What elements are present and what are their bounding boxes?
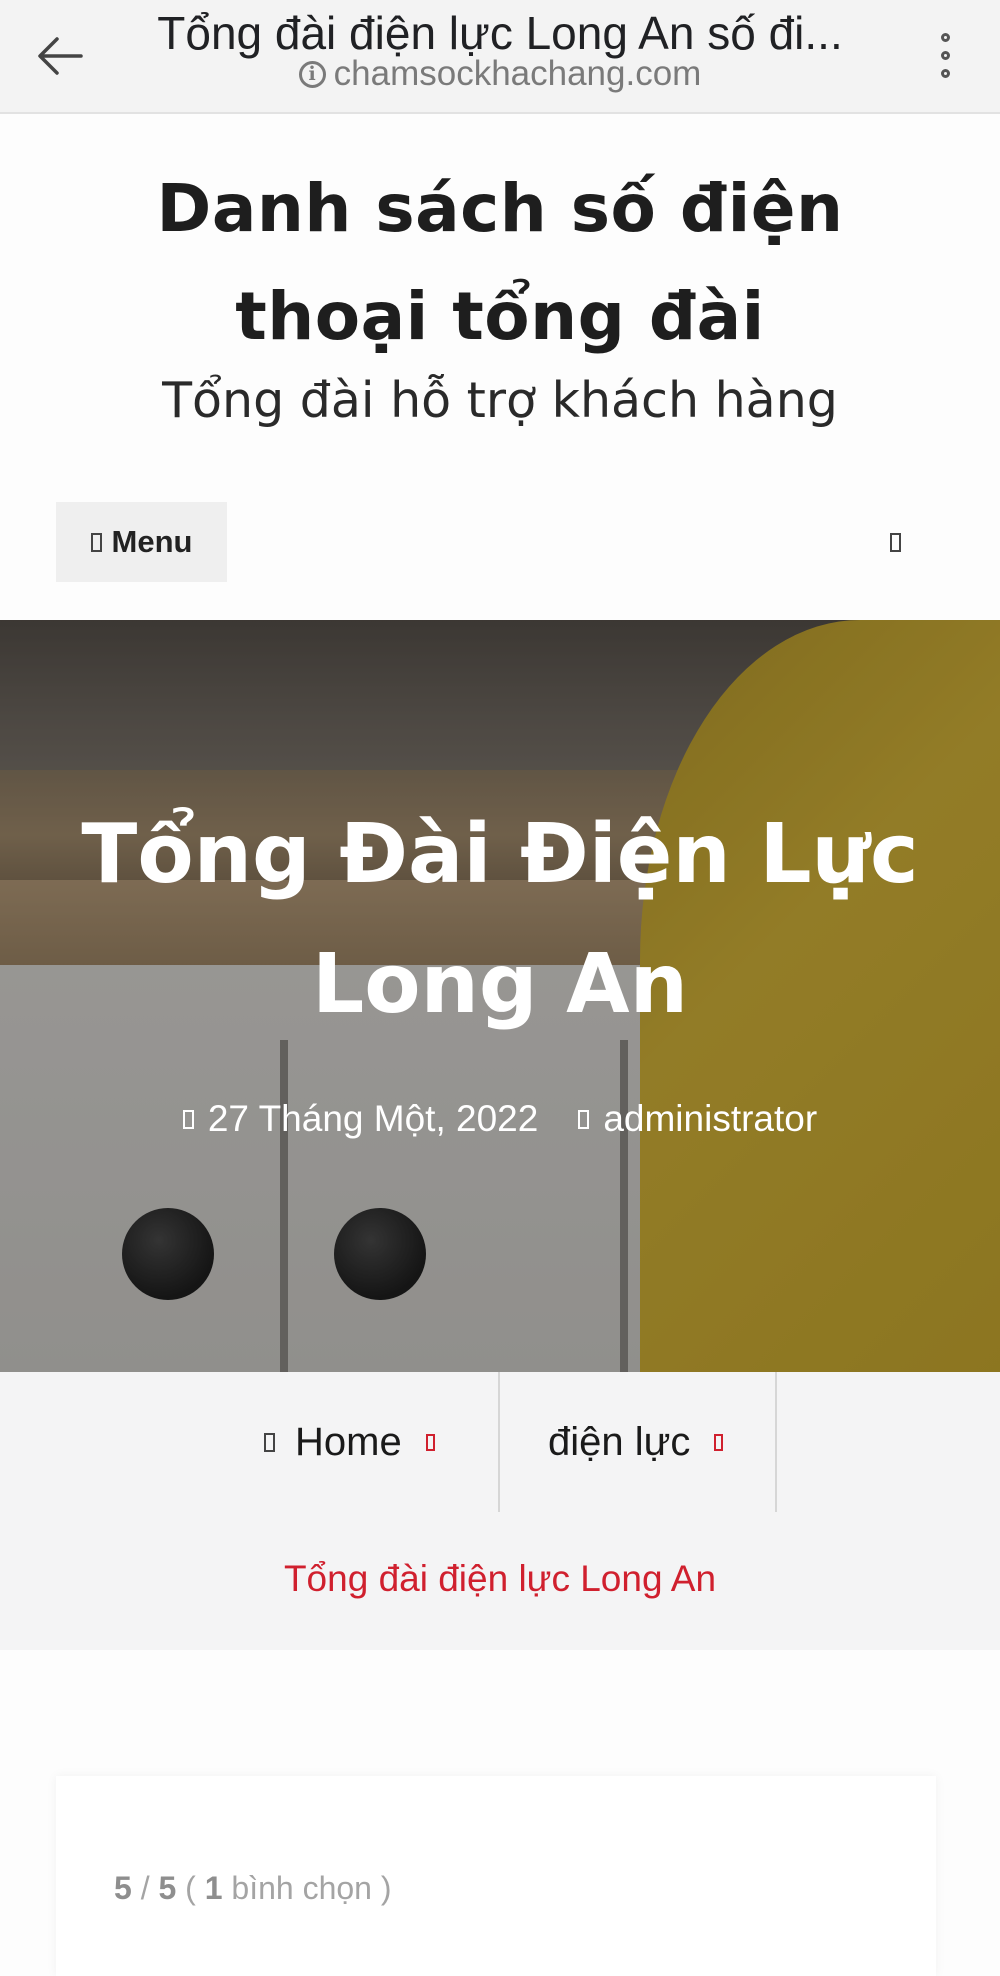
menu-label: Menu — [111, 524, 193, 559]
rating-votes-label: bình chọn — [231, 1870, 372, 1906]
hero-banner: Tổng Đài Điện Lực Long An 27 Tháng Một, … — [0, 620, 1000, 1372]
browser-page-title: Tổng đài điện lực Long An số đi... — [157, 7, 843, 59]
kebab-dot — [940, 32, 950, 42]
browser-toolbar: Tổng đài điện lực Long An số đi... i cha… — [0, 0, 1000, 114]
post-author-text: administrator — [603, 1098, 818, 1139]
site-tagline: Tổng đài hỗ trợ khách hàng — [162, 372, 838, 429]
menu-button[interactable]: Menu — [56, 502, 227, 582]
breadcrumb-home-label: Home — [295, 1419, 402, 1464]
back-button[interactable] — [30, 26, 90, 86]
arrow-left-icon — [38, 37, 83, 75]
chevron-right-icon — [714, 1433, 724, 1451]
hamburger-icon — [90, 532, 102, 552]
calendar-icon — [182, 1109, 194, 1129]
rating-score: 5 — [114, 1870, 132, 1906]
chevron-right-icon — [425, 1433, 435, 1451]
rating-summary: 5 / 5 ( 1 bình chọn ) — [114, 1870, 392, 1907]
post-title: Tổng Đài Điện Lực Long An — [81, 807, 919, 1032]
user-icon — [578, 1109, 590, 1129]
rating-paren-close: ) — [380, 1870, 392, 1906]
rating-max: 5 — [158, 1870, 177, 1906]
breadcrumb-category[interactable]: điện lực — [548, 1372, 724, 1512]
kebab-dot — [940, 50, 950, 60]
breadcrumb-divider — [498, 1372, 500, 1512]
breadcrumb-divider — [775, 1372, 777, 1512]
rating-paren-open: ( — [185, 1870, 196, 1906]
breadcrumb-row: Home điện lực — [0, 1372, 1000, 1512]
rating-slash: / — [140, 1870, 150, 1906]
url-text: chamsockhachang.com — [333, 54, 702, 93]
search-icon — [889, 532, 901, 552]
post-author[interactable]: administrator — [578, 1098, 817, 1140]
post-date-text: 27 Tháng Một, 2022 — [207, 1098, 539, 1139]
more-options-button[interactable] — [925, 25, 965, 85]
breadcrumb-home[interactable]: Home — [264, 1372, 435, 1512]
info-icon[interactable]: i — [298, 60, 326, 88]
kebab-dot — [940, 68, 950, 78]
breadcrumb-category-label: điện lực — [548, 1419, 691, 1464]
rating-votes: 1 — [204, 1870, 223, 1906]
post-meta: 27 Tháng Một, 2022 administrator — [0, 1098, 1000, 1140]
post-date[interactable]: 27 Tháng Một, 2022 — [182, 1098, 539, 1140]
site-title[interactable]: Danh sách số điện thoại tổng đài — [50, 155, 950, 371]
home-icon — [264, 1432, 275, 1452]
breadcrumb: Home điện lực Tổng đài điện lực Long An — [0, 1372, 1000, 1650]
breadcrumb-current: Tổng đài điện lực Long An — [283, 1558, 717, 1599]
search-button[interactable] — [880, 522, 910, 562]
url-bar[interactable]: i chamsockhachang.com — [120, 54, 880, 94]
